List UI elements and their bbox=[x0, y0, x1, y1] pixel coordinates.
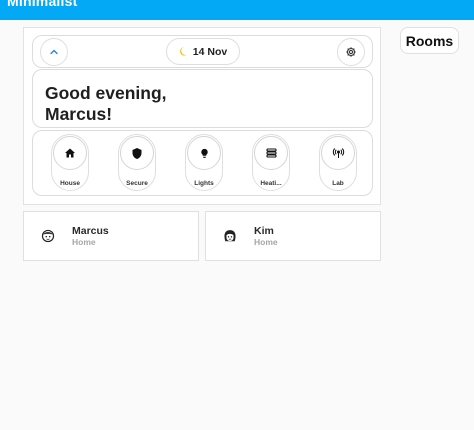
room-lab-button[interactable]: Lab bbox=[319, 134, 357, 191]
moon-icon bbox=[179, 47, 187, 56]
greeting-card: Good evening, Marcus! bbox=[32, 69, 373, 128]
dashboard-panel: 14 Nov Good evening, Marcus! House Secur… bbox=[23, 27, 381, 205]
face-man-icon bbox=[41, 229, 55, 243]
shield-icon bbox=[120, 136, 154, 170]
room-heating-button[interactable]: Heati... bbox=[252, 134, 290, 191]
rooms-card: House Secure Lights Heati... Lab bbox=[32, 130, 373, 196]
home-icon bbox=[53, 136, 87, 170]
person-card-marcus[interactable]: Marcus Home bbox=[23, 211, 199, 261]
person-name: Marcus bbox=[72, 225, 109, 237]
room-secure-button[interactable]: Secure bbox=[118, 134, 156, 191]
person-name: Kim bbox=[254, 225, 274, 237]
date-chip[interactable]: 14 Nov bbox=[166, 38, 240, 65]
chevron-up-icon bbox=[50, 49, 58, 55]
settings-button[interactable] bbox=[337, 38, 365, 66]
room-house-button[interactable]: House bbox=[51, 134, 89, 191]
header-card: 14 Nov bbox=[32, 35, 373, 68]
person-status: Home bbox=[254, 237, 278, 247]
radiator-icon bbox=[254, 136, 288, 170]
greeting-line-1: Good evening, bbox=[45, 83, 167, 103]
rooms-heading-chip[interactable]: Rooms bbox=[400, 27, 459, 54]
collapse-button[interactable] bbox=[40, 38, 68, 66]
room-lights-button[interactable]: Lights bbox=[185, 134, 223, 191]
room-label: House bbox=[60, 180, 80, 187]
room-label: Secure bbox=[126, 180, 148, 187]
room-label: Lab bbox=[332, 180, 344, 187]
app-title: Minimalist bbox=[7, 0, 78, 9]
room-label: Heati... bbox=[260, 180, 282, 187]
gear-icon bbox=[346, 47, 356, 57]
app-bar: Minimalist bbox=[0, 0, 474, 20]
person-status: Home bbox=[72, 237, 96, 247]
room-label: Lights bbox=[194, 180, 214, 187]
lightbulb-icon bbox=[187, 136, 221, 170]
person-card-kim[interactable]: Kim Home bbox=[205, 211, 381, 261]
date-label: 14 Nov bbox=[192, 45, 228, 58]
antenna-icon bbox=[321, 136, 355, 170]
greeting-line-2: Marcus! bbox=[45, 104, 113, 124]
face-woman-icon bbox=[224, 230, 236, 242]
